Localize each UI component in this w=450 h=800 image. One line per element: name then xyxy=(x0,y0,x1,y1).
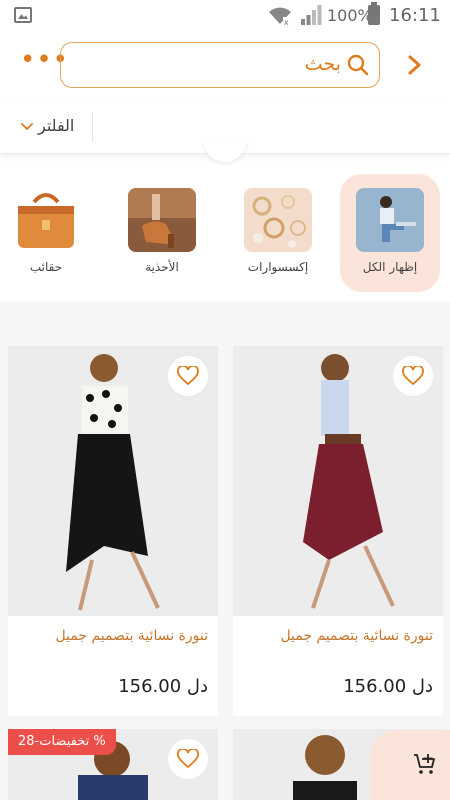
battery-percent: 100% xyxy=(327,6,373,25)
category-shoes[interactable]: الأحذية xyxy=(112,174,212,292)
filter-button[interactable]: الفلتر xyxy=(38,116,74,135)
category-show-all[interactable]: إظهار الكل xyxy=(340,174,440,292)
favorite-button[interactable] xyxy=(168,356,208,396)
image-notification-icon xyxy=(14,7,32,23)
signal-icon xyxy=(301,5,322,25)
category-bags[interactable]: حقائب xyxy=(0,174,96,292)
add-to-cart-button[interactable] xyxy=(370,730,450,800)
search-icon xyxy=(347,54,369,76)
cart-add-icon xyxy=(414,754,435,774)
chevron-right-icon[interactable] xyxy=(402,52,428,78)
battery-icon xyxy=(368,2,380,25)
heart-icon xyxy=(177,366,199,386)
category-label: إكسسوارات xyxy=(247,260,309,274)
category-thumbnail xyxy=(356,188,424,252)
status-bar: x 100% 16:11 xyxy=(0,0,450,32)
sale-badge: تخفيضات-28 % xyxy=(8,729,116,755)
category-thumbnail xyxy=(128,188,196,252)
chevron-down-icon[interactable] xyxy=(20,120,34,134)
product-card[interactable]: تنورة نسائية بتصميم جميل دل 156.00 xyxy=(8,346,218,716)
product-price: دل 156.00 xyxy=(343,676,433,697)
category-label: الأحذية xyxy=(145,260,179,274)
search-placeholder: بحث xyxy=(304,53,341,75)
product-card[interactable]: تنورة نسائية بتصميم جميل دل 156.00 xyxy=(233,346,443,716)
product-name: تنورة نسائية بتصميم جميل xyxy=(280,628,433,644)
more-dots-icon[interactable]: ••• xyxy=(20,47,68,78)
svg-text:x: x xyxy=(284,18,289,26)
clock: 16:11 xyxy=(389,5,441,26)
category-accessories[interactable]: إكسسوارات xyxy=(228,174,328,292)
heart-icon xyxy=(177,749,199,769)
heart-icon xyxy=(402,366,424,386)
category-label: إظهار الكل xyxy=(362,260,418,274)
category-thumbnail xyxy=(244,188,312,252)
wifi-icon: x xyxy=(269,7,291,26)
product-price: دل 156.00 xyxy=(118,676,208,697)
category-thumbnail xyxy=(12,188,80,252)
favorite-button[interactable] xyxy=(168,739,208,779)
header: ••• بحث xyxy=(0,32,450,102)
category-label: حقائب xyxy=(29,260,63,274)
favorite-button[interactable] xyxy=(393,356,433,396)
category-row: إظهار الكل إكسسوارات الأحذية حقائب xyxy=(0,170,450,300)
product-name: تنورة نسائية بتصميم جميل xyxy=(55,628,208,644)
search-input[interactable]: بحث xyxy=(60,42,380,88)
divider xyxy=(92,112,93,142)
pull-handle[interactable] xyxy=(203,140,247,162)
